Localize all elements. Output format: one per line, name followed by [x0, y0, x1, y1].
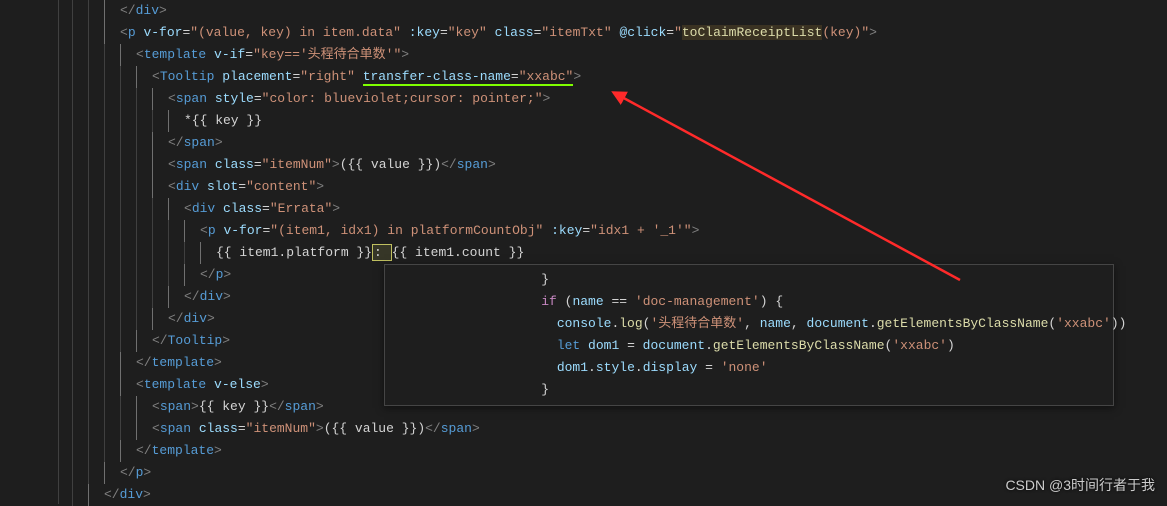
- popup-line: }: [393, 379, 1105, 401]
- code-content[interactable]: </div> <p v-for="(value, key) in item.da…: [68, 0, 1167, 504]
- hover-definition-popup[interactable]: } if (name == 'doc-management') { consol…: [384, 264, 1114, 406]
- code-line[interactable]: <span style="color: blueviolet;cursor: p…: [72, 88, 1167, 110]
- code-line[interactable]: <template v-if="key=='头程待合单数'">: [72, 44, 1167, 66]
- code-line[interactable]: *{{ key }}: [72, 110, 1167, 132]
- code-line[interactable]: <span class="itemNum">({{ value }})</spa…: [72, 154, 1167, 176]
- code-line[interactable]: <div slot="content">: [72, 176, 1167, 198]
- code-line[interactable]: </div>: [72, 0, 1167, 22]
- code-line[interactable]: </span>: [72, 132, 1167, 154]
- popup-line: if (name == 'doc-management') {: [393, 291, 1105, 313]
- folding-gutter[interactable]: [48, 0, 68, 504]
- code-line[interactable]: </p>: [72, 462, 1167, 484]
- code-line[interactable]: <p v-for="(value, key) in item.data" :ke…: [72, 22, 1167, 44]
- code-line[interactable]: <span class="itemNum">({{ value }})</spa…: [72, 418, 1167, 440]
- code-line[interactable]: <Tooltip placement="right" transfer-clas…: [72, 66, 1167, 88]
- popup-line: let dom1 = document.getElementsByClassNa…: [393, 335, 1105, 357]
- code-line[interactable]: <div class="Errata">: [72, 198, 1167, 220]
- code-editor[interactable]: </div> <p v-for="(value, key) in item.da…: [0, 0, 1167, 504]
- popup-line: console.log('头程待合单数', name, document.get…: [393, 313, 1105, 335]
- line-number-gutter: [0, 0, 48, 504]
- code-line[interactable]: {{ item1.platform }}: {{ item1.count }}: [72, 242, 1167, 264]
- code-line[interactable]: <p v-for="(item1, idx1) in platformCount…: [72, 220, 1167, 242]
- popup-line: }: [393, 269, 1105, 291]
- code-line[interactable]: </template>: [72, 440, 1167, 462]
- watermark-text: CSDN @3时间行者于我: [1005, 474, 1155, 496]
- popup-line: dom1.style.display = 'none': [393, 357, 1105, 379]
- code-line[interactable]: </div>: [72, 484, 1167, 506]
